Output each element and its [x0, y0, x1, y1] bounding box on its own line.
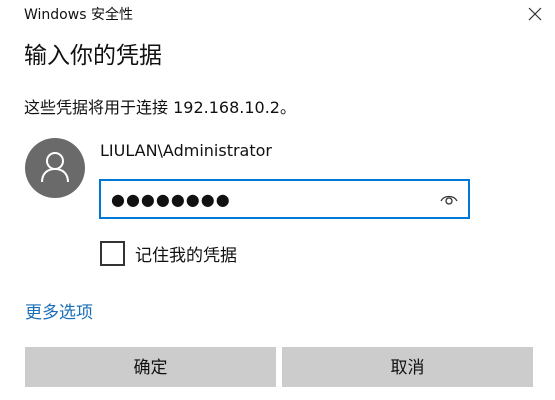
window-title: Windows 安全性	[24, 7, 133, 23]
more-options-link[interactable]: 更多选项	[25, 298, 93, 323]
close-button[interactable]	[520, 0, 550, 28]
remember-label: 记住我的凭据	[135, 246, 237, 266]
password-input[interactable]	[101, 181, 421, 217]
user-avatar-icon	[41, 152, 69, 183]
eye-icon	[440, 195, 458, 205]
cancel-button[interactable]: 取消	[282, 347, 533, 387]
dialog-description: 这些凭据将用于连接 192.168.10.2。	[24, 98, 296, 117]
reveal-password-button[interactable]	[434, 185, 464, 213]
dialog-heading: 输入你的凭据	[24, 43, 162, 69]
password-field[interactable]	[99, 179, 470, 219]
close-icon	[528, 7, 542, 21]
account-username: LIULAN\Administrator	[100, 141, 272, 160]
avatar	[25, 138, 85, 198]
ok-button[interactable]: 确定	[25, 347, 276, 387]
remember-checkbox[interactable]	[100, 241, 125, 266]
